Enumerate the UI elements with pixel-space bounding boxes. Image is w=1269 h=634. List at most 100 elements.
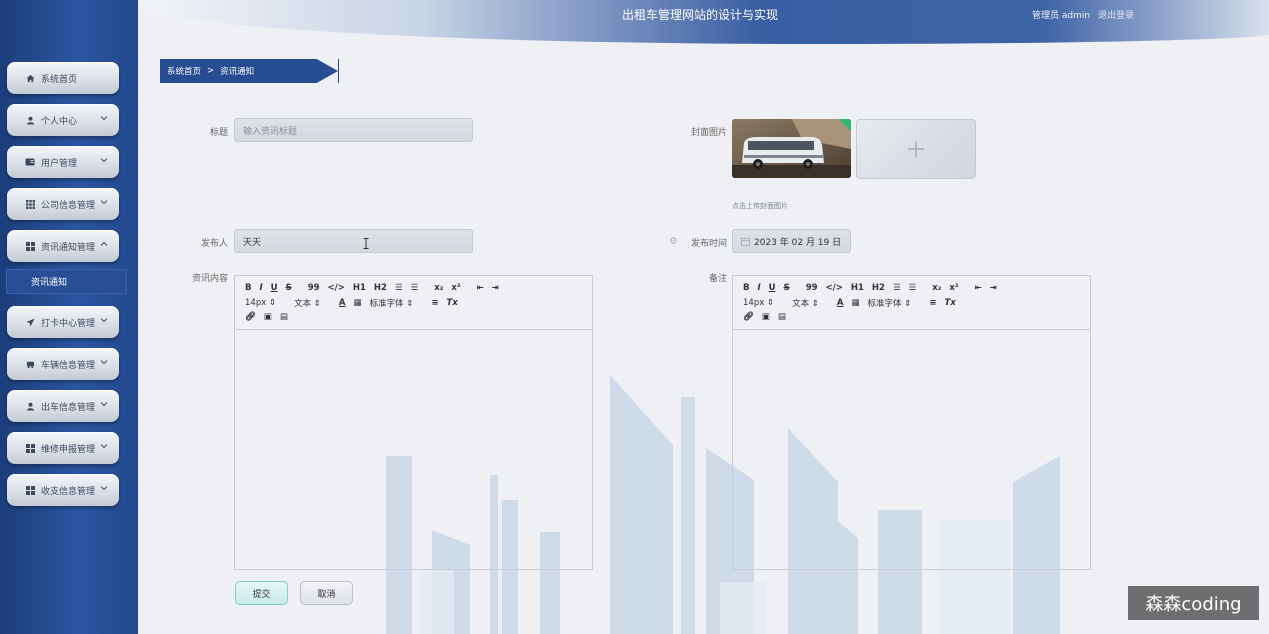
breadcrumb-home[interactable]: 系统首页 bbox=[167, 65, 201, 77]
italic-icon[interactable]: I bbox=[757, 283, 760, 293]
background-color-icon[interactable]: ▦ bbox=[354, 298, 362, 308]
sidebar-item-company-info[interactable]: 公司信息管理 bbox=[7, 188, 119, 220]
sidebar-subitem-news[interactable]: 资讯通知 bbox=[6, 269, 127, 294]
image-icon[interactable]: ▣ bbox=[762, 312, 770, 322]
code-icon[interactable]: </> bbox=[826, 283, 843, 293]
upload-image-button[interactable] bbox=[856, 119, 976, 179]
font-family-value: 标准字体 bbox=[369, 299, 404, 309]
remark-editor-toolbar: B I U S 99 </> H1 H2 ☰ ☰ x₂ x² ⇤ ⇥ 14px … bbox=[733, 276, 1090, 330]
logout-link[interactable]: 退出登录 bbox=[1098, 8, 1134, 21]
publish-time-value: 2023 年 02 月 19 日 bbox=[754, 237, 842, 248]
ordered-list-icon[interactable]: ☰ bbox=[395, 283, 403, 293]
video-icon[interactable]: ▤ bbox=[778, 312, 786, 322]
sidebar-item-label: 维修申报管理 bbox=[41, 444, 96, 455]
heading1-icon[interactable]: H1 bbox=[851, 283, 864, 293]
bullet-list-icon[interactable]: ☰ bbox=[909, 283, 917, 293]
clear-format-icon[interactable]: Tx bbox=[447, 298, 458, 308]
text-style-value: 文本 bbox=[294, 299, 312, 309]
text-cursor-icon bbox=[363, 238, 369, 249]
home-icon bbox=[25, 73, 35, 83]
sidebar-item-repair-management[interactable]: 维修申报管理 bbox=[7, 432, 119, 464]
sidebar-item-news-management[interactable]: 资讯通知管理 bbox=[7, 230, 119, 262]
indent-icon[interactable]: ⇥ bbox=[492, 283, 499, 293]
underline-icon[interactable]: U bbox=[271, 283, 278, 293]
image-icon[interactable]: ▣ bbox=[264, 312, 272, 322]
link-icon[interactable]: 🔗︎ bbox=[743, 312, 754, 322]
sidebar-item-label: 车辆信息管理 bbox=[41, 360, 96, 371]
heading2-icon[interactable]: H2 bbox=[872, 283, 885, 293]
breadcrumb-separator: > bbox=[207, 66, 215, 76]
superscript-icon[interactable]: x² bbox=[451, 283, 460, 293]
text-style-select[interactable]: 文本 ⇕ bbox=[792, 297, 819, 309]
code-icon[interactable]: </> bbox=[328, 283, 345, 293]
bus-photo bbox=[732, 119, 851, 178]
quote-icon[interactable]: 99 bbox=[308, 283, 320, 293]
sidebar-item-home[interactable]: 系统首页 bbox=[7, 62, 119, 94]
align-icon[interactable]: ≡ bbox=[929, 298, 936, 308]
bold-icon[interactable]: B bbox=[245, 283, 251, 293]
content-editor[interactable]: B I U S 99 </> H1 H2 ☰ ☰ x₂ x² ⇤ ⇥ 14px … bbox=[234, 275, 593, 570]
sidebar-item-label: 资讯通知管理 bbox=[41, 242, 96, 253]
font-size-select[interactable]: 14px ⇕ bbox=[245, 298, 276, 308]
strikethrough-icon[interactable]: S bbox=[286, 283, 292, 293]
bold-icon[interactable]: B bbox=[743, 283, 749, 293]
font-family-select[interactable]: 标准字体 ⇕ bbox=[370, 297, 414, 309]
cover-image-thumbnail[interactable] bbox=[732, 119, 851, 178]
car-icon bbox=[25, 359, 35, 369]
sidebar-item-label: 个人中心 bbox=[41, 116, 78, 127]
indent-icon[interactable]: ⇥ bbox=[990, 283, 997, 293]
chevron-down-icon bbox=[100, 116, 108, 121]
remark-editor[interactable]: B I U S 99 </> H1 H2 ☰ ☰ x₂ x² ⇤ ⇥ 14px … bbox=[732, 275, 1091, 570]
heading2-icon[interactable]: H2 bbox=[374, 283, 387, 293]
sidebar-item-finance-management[interactable]: 收支信息管理 bbox=[7, 474, 119, 506]
publish-time-picker[interactable]: 2023 年 02 月 19 日 bbox=[732, 229, 851, 253]
font-size-select[interactable]: 14px ⇕ bbox=[743, 298, 774, 308]
link-icon[interactable]: 🔗︎ bbox=[245, 312, 256, 322]
chevron-down-icon bbox=[100, 444, 108, 449]
title-input[interactable]: 输入资讯标题 bbox=[234, 118, 473, 142]
strikethrough-icon[interactable]: S bbox=[784, 283, 790, 293]
bullet-list-icon[interactable]: ☰ bbox=[411, 283, 419, 293]
italic-icon[interactable]: I bbox=[259, 283, 262, 293]
video-icon[interactable]: ▤ bbox=[280, 312, 288, 322]
chevron-down-icon bbox=[100, 200, 108, 205]
sidebar-item-user-management[interactable]: 用户管理 bbox=[7, 146, 119, 178]
sidebar-subitem-label: 资讯通知 bbox=[31, 278, 68, 288]
content-editor-toolbar: B I U S 99 </> H1 H2 ☰ ☰ x₂ x² ⇤ ⇥ 14px … bbox=[235, 276, 592, 330]
cancel-button[interactable]: 取消 bbox=[300, 581, 353, 605]
subscript-icon[interactable]: x₂ bbox=[932, 283, 941, 293]
sidebar-item-vehicle-management[interactable]: 车辆信息管理 bbox=[7, 348, 119, 380]
sidebar-item-personal-center[interactable]: 个人中心 bbox=[7, 104, 119, 136]
font-color-icon[interactable]: A bbox=[837, 298, 844, 308]
superscript-icon[interactable]: x² bbox=[949, 283, 958, 293]
sidebar-item-checkin-management[interactable]: 打卡中心管理 bbox=[7, 306, 119, 338]
outdent-icon[interactable]: ⇤ bbox=[477, 283, 484, 293]
text-style-select[interactable]: 文本 ⇕ bbox=[294, 297, 321, 309]
id-card-icon bbox=[25, 157, 35, 167]
underline-icon[interactable]: U bbox=[769, 283, 776, 293]
person-icon bbox=[25, 401, 35, 411]
font-size-value: 14px bbox=[743, 298, 765, 308]
publisher-input[interactable]: 天天 bbox=[234, 229, 473, 253]
sidebar-item-dispatch-management[interactable]: 出车信息管理 bbox=[7, 390, 119, 422]
quote-icon[interactable]: 99 bbox=[806, 283, 818, 293]
apps-icon bbox=[25, 443, 35, 453]
clear-format-icon[interactable]: Tx bbox=[945, 298, 956, 308]
align-icon[interactable]: ≡ bbox=[431, 298, 438, 308]
settings-icon bbox=[670, 237, 677, 244]
background-color-icon[interactable]: ▦ bbox=[852, 298, 860, 308]
chevron-down-icon bbox=[100, 360, 108, 365]
outdent-icon[interactable]: ⇤ bbox=[975, 283, 982, 293]
ordered-list-icon[interactable]: ☰ bbox=[893, 283, 901, 293]
sidebar-item-label: 用户管理 bbox=[41, 158, 78, 169]
title-label: 标题 bbox=[209, 128, 228, 138]
chevron-down-icon bbox=[100, 158, 108, 163]
send-icon bbox=[25, 317, 35, 327]
font-family-value: 标准字体 bbox=[867, 299, 902, 309]
font-color-icon[interactable]: A bbox=[339, 298, 346, 308]
subscript-icon[interactable]: x₂ bbox=[434, 283, 443, 293]
heading1-icon[interactable]: H1 bbox=[353, 283, 366, 293]
chevron-down-icon bbox=[100, 318, 108, 323]
font-family-select[interactable]: 标准字体 ⇕ bbox=[868, 297, 912, 309]
submit-button[interactable]: 提交 bbox=[235, 581, 288, 605]
